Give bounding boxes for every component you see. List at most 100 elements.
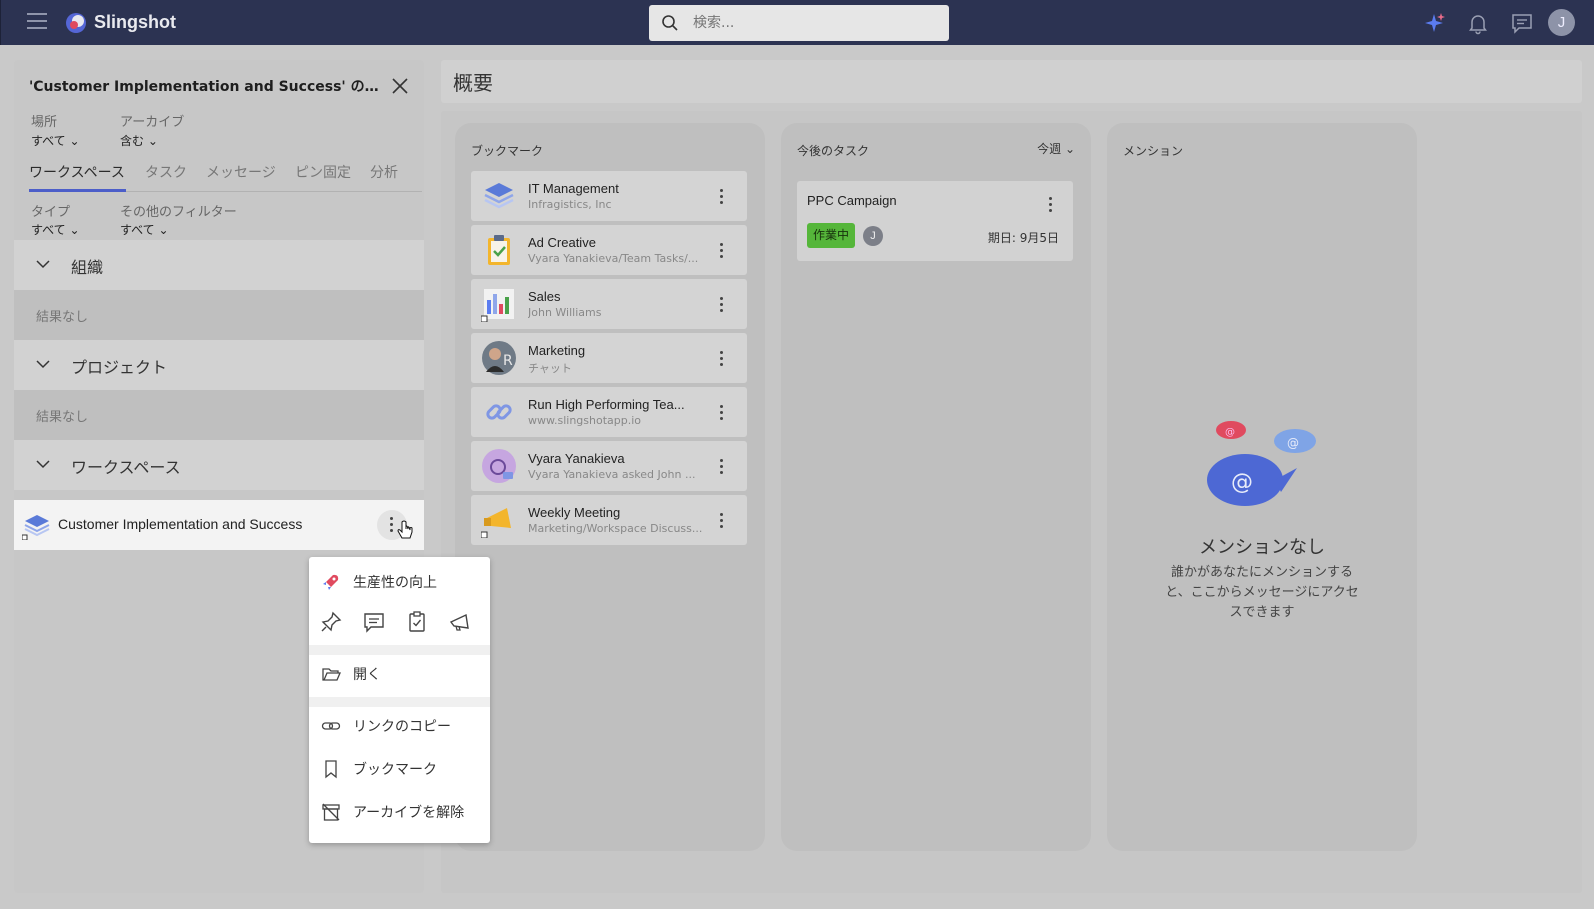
kebab-icon[interactable] xyxy=(720,243,724,259)
empty-state-title: メンションなし xyxy=(1199,537,1325,558)
task-icon[interactable] xyxy=(405,610,429,634)
active-tab-indicator xyxy=(29,189,126,192)
link-icon xyxy=(486,404,512,420)
chat-icon[interactable] xyxy=(1510,11,1534,35)
dashboard-icon xyxy=(481,289,514,322)
section-organizations[interactable]: 組織 xyxy=(14,240,424,290)
location-filter-dropdown[interactable]: すべて ⌄ xyxy=(31,132,80,149)
tasks-header: 今後のタスク xyxy=(797,144,870,158)
mentions-column: メンション @ @ @ メンションなし 誰かがあなたにメンションすると、ここから… xyxy=(1107,123,1417,851)
svg-text:R: R xyxy=(503,353,513,369)
chevron-down-icon xyxy=(36,460,50,469)
bookmark-item[interactable]: Run High Performing Tea... www.slingshot… xyxy=(471,387,747,437)
menu-item-unarchive[interactable]: アーカイブを解除 xyxy=(309,793,490,829)
period-dropdown[interactable]: 今週 ⌄ xyxy=(1037,140,1075,157)
menu-icon[interactable] xyxy=(27,13,47,31)
user-message-icon xyxy=(482,449,516,483)
menu-item-open[interactable]: 開く xyxy=(309,655,490,691)
type-filter-label: タイプ xyxy=(31,205,71,220)
section-projects[interactable]: プロジェクト xyxy=(14,340,424,390)
bookmark-item[interactable]: R Marketing チャット xyxy=(471,333,747,383)
archive-filter-dropdown[interactable]: 含む ⌄ xyxy=(120,132,158,149)
search-bar[interactable] xyxy=(649,5,949,41)
tab-workspaces[interactable]: ワークスペース xyxy=(29,162,125,182)
tab-analytics[interactable]: 分析 xyxy=(370,162,398,182)
panel-title: 'Customer Implementation and Success' の検… xyxy=(29,79,384,95)
archive-filter-label: アーカイブ xyxy=(120,115,185,130)
kebab-icon[interactable] xyxy=(720,189,724,205)
bookmark-item[interactable]: Weekly Meeting Marketing/Workspace Discu… xyxy=(471,495,747,545)
clipboard-check-icon xyxy=(488,235,510,265)
chevron-down-icon: ⌄ xyxy=(1064,142,1075,156)
mention-bubbles-icon: @ @ @ xyxy=(1207,421,1316,506)
location-filter-label: 場所 xyxy=(31,115,58,130)
kebab-icon[interactable] xyxy=(720,351,724,367)
task-card[interactable]: PPC Campaign 作業中 J 期日: 9月5日 xyxy=(797,181,1073,261)
mentions-header: メンション xyxy=(1123,144,1184,158)
workspace-result-row[interactable]: Customer Implementation and Success xyxy=(14,500,424,550)
type-filter-dropdown[interactable]: すべて ⌄ xyxy=(31,221,80,238)
menu-item-copy-link[interactable]: リンクのコピー xyxy=(309,707,490,743)
kebab-icon[interactable] xyxy=(1049,197,1053,213)
due-date: 期日: 9月5日 xyxy=(987,231,1059,245)
link-icon xyxy=(321,722,341,730)
bookmarks-header: ブックマーク xyxy=(471,144,544,158)
chevron-down-icon xyxy=(36,360,50,369)
chevron-down-icon: ⌄ xyxy=(69,223,80,237)
rocket-icon xyxy=(323,574,339,590)
overview-content: ブックマーク IT Management Infragistics, Inc A… xyxy=(441,111,1582,893)
top-bar: Slingshot J xyxy=(0,0,1594,45)
tab-messages[interactable]: メッセージ xyxy=(206,162,276,182)
status-badge: 作業中 xyxy=(807,223,856,248)
tab-tasks[interactable]: タスク xyxy=(145,162,187,182)
kebab-icon[interactable] xyxy=(720,459,724,475)
chevron-down-icon: ⌄ xyxy=(147,134,158,148)
no-results: 結果なし xyxy=(14,390,424,440)
slingshot-logo-icon xyxy=(66,13,86,33)
other-filter-label: その他のフィルター xyxy=(120,205,237,220)
menu-divider xyxy=(309,697,490,707)
chevron-down-icon: ⌄ xyxy=(158,223,169,237)
ai-sparkle-icon[interactable] xyxy=(1422,11,1446,35)
menu-item-boost-productivity[interactable]: 生産性の向上 xyxy=(309,563,490,599)
tab-pinned[interactable]: ピン固定 xyxy=(295,162,351,182)
bookmark-item[interactable]: Ad Creative Vyara Yanakieva/Team Tasks/.… xyxy=(471,225,747,275)
announcement-icon[interactable] xyxy=(448,610,472,634)
section-label: ワークスペース xyxy=(71,458,181,477)
megaphone-icon xyxy=(481,508,511,538)
bookmark-item[interactable]: Vyara Yanakieva Vyara Yanakieva asked Jo… xyxy=(471,441,747,491)
section-workspaces[interactable]: ワークスペース xyxy=(14,440,424,490)
svg-text:@: @ xyxy=(1225,427,1235,438)
other-filter-dropdown[interactable]: すべて ⌄ xyxy=(120,221,169,238)
hand-cursor-icon xyxy=(397,520,413,539)
tasks-column: 今後のタスク 今週 ⌄ PPC Campaign 作業中 J 期日: 9月5日 xyxy=(781,123,1091,851)
message-icon[interactable] xyxy=(362,610,386,634)
menu-divider xyxy=(309,645,490,655)
assignee-avatar: J xyxy=(863,226,883,246)
svg-text:@: @ xyxy=(1231,470,1253,495)
chevron-down-icon xyxy=(36,260,50,269)
close-icon[interactable] xyxy=(390,76,410,96)
task-name: PPC Campaign xyxy=(807,193,897,208)
bookmark-item[interactable]: IT Management Infragistics, Inc xyxy=(471,171,747,221)
no-results: 結果なし xyxy=(14,290,424,340)
section-label: プロジェクト xyxy=(71,358,168,377)
section-label: 組織 xyxy=(71,258,104,277)
empty-state-text: 誰かがあなたにメンションすると、ここからメッセージにアクセスできます xyxy=(1165,565,1359,620)
overview-header: 概要 xyxy=(441,60,1582,103)
menu-item-bookmark[interactable]: ブックマーク xyxy=(309,750,490,786)
result-tabs: ワークスペース タスク メッセージ ピン固定 分析 xyxy=(29,160,422,192)
brand-name: Slingshot xyxy=(94,12,176,32)
kebab-icon[interactable] xyxy=(720,513,724,529)
kebab-icon xyxy=(390,517,394,533)
search-input[interactable] xyxy=(693,12,933,34)
workspace-name: Customer Implementation and Success xyxy=(58,516,303,532)
chevron-down-icon: ⌄ xyxy=(69,134,80,148)
bookmark-item[interactable]: Sales John Williams xyxy=(471,279,747,329)
bookmarks-column: ブックマーク IT Management Infragistics, Inc A… xyxy=(455,123,765,851)
bell-icon[interactable] xyxy=(1466,11,1490,35)
pin-icon[interactable] xyxy=(319,610,343,634)
kebab-icon[interactable] xyxy=(720,297,724,313)
user-avatar[interactable]: J xyxy=(1548,9,1575,36)
kebab-icon[interactable] xyxy=(720,405,724,421)
